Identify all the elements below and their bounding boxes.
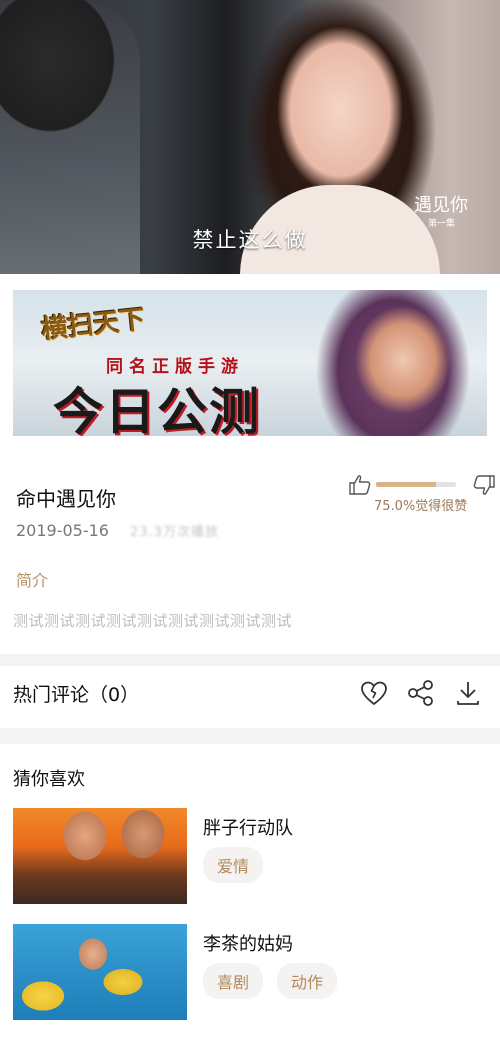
thumb-up-icon[interactable]	[348, 474, 372, 500]
rating-bar	[376, 482, 456, 487]
section-divider	[0, 654, 500, 666]
release-date: 2019-05-16	[16, 521, 109, 540]
genre-tag[interactable]: 爱情	[203, 847, 264, 883]
genre-tag[interactable]: 动作	[277, 963, 338, 999]
video-title: 命中遇见你	[16, 487, 116, 511]
download-icon[interactable]	[452, 676, 484, 710]
guess-you-like-title: 猜你喜欢	[13, 769, 85, 790]
banner-promo-big: 今日公测	[53, 382, 261, 436]
video-player[interactable]: 禁止这么做 遇见你 第一集	[0, 0, 500, 274]
recommend-title[interactable]: 胖子行动队	[203, 814, 293, 840]
show-logo-title: 遇见你	[414, 195, 468, 216]
banner-game-logo: 横扫天下	[39, 304, 147, 346]
hot-comments-title: 热门评论（0）	[13, 684, 140, 706]
ad-banner[interactable]: 横扫天下 同名正版手游 今日公测	[13, 290, 487, 436]
recommend-item[interactable]: 李茶的姑妈 喜剧 动作	[13, 924, 487, 1020]
rating-text: 75.0%觉得很赞	[374, 499, 468, 514]
rating-bar-fill	[376, 482, 436, 487]
recommend-tags: 喜剧 动作	[203, 963, 338, 999]
play-count: 23.3万次播放	[130, 525, 219, 540]
share-icon[interactable]	[404, 676, 436, 710]
show-logo: 遇见你 第一集	[414, 196, 484, 242]
recommend-tags: 爱情	[203, 847, 264, 883]
thumb-down-icon[interactable]	[472, 474, 496, 500]
recommend-thumbnail[interactable]	[13, 924, 187, 1020]
recommend-item[interactable]: 胖子行动队 爱情	[13, 808, 487, 904]
genre-tag[interactable]: 喜剧	[203, 963, 264, 999]
recommend-title[interactable]: 李茶的姑妈	[203, 930, 293, 956]
detail-page: 禁止这么做 遇见你 第一集 横扫天下 同名正版手游 今日公测 命中遇见你 75.…	[0, 0, 500, 1047]
rating-widget: 75.0%觉得很赞	[348, 470, 496, 518]
section-divider	[0, 728, 500, 744]
recommend-thumbnail[interactable]	[13, 808, 187, 904]
intro-label[interactable]: 简介	[16, 567, 48, 591]
show-logo-episode: 第一集	[428, 219, 456, 229]
broken-heart-icon[interactable]	[358, 676, 390, 710]
intro-text: 测试测试测试测试测试测试测试测试测试	[13, 612, 293, 630]
